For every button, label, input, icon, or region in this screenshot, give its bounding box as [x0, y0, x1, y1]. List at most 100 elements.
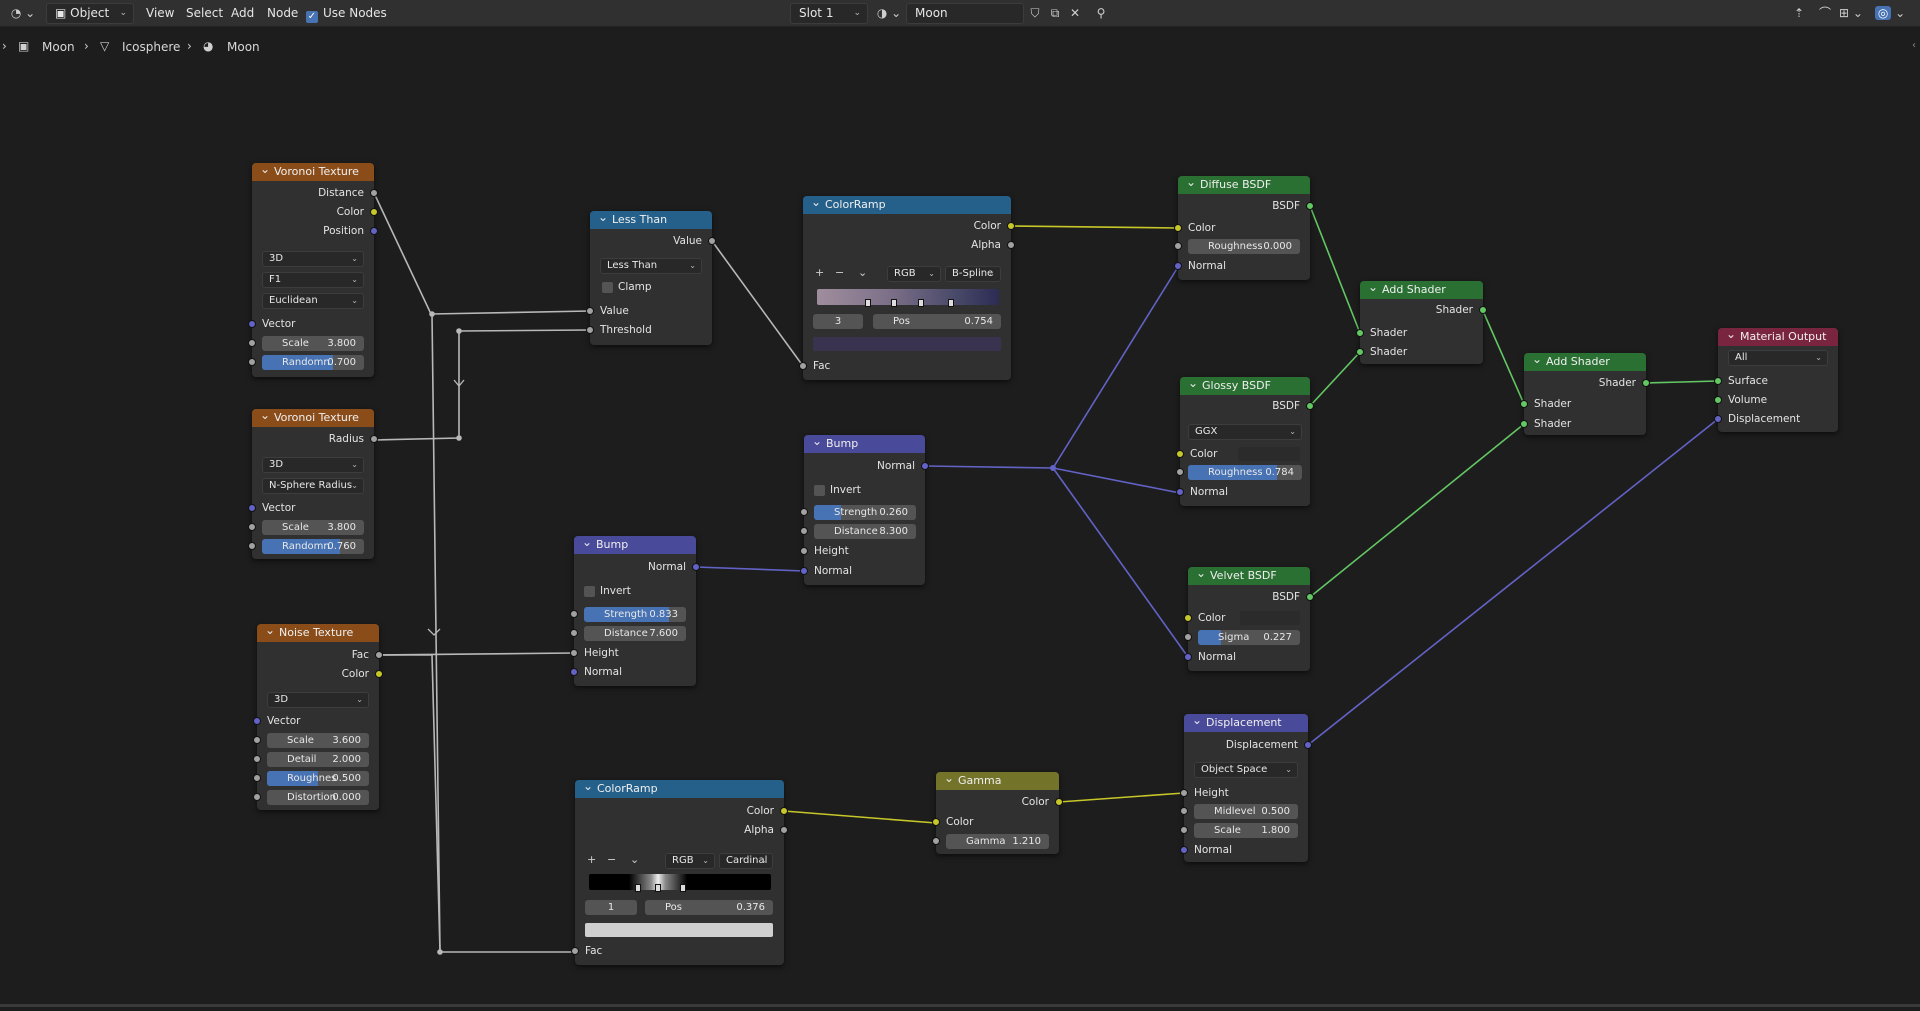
- ramp-stop[interactable]: [655, 884, 661, 892]
- color-ramp-gradient[interactable]: [817, 289, 999, 305]
- distance-field[interactable]: Distance 7.600: [584, 626, 686, 641]
- material-browse-icon[interactable]: ◑ ⌄: [874, 3, 904, 24]
- socket[interactable]: [1306, 402, 1314, 410]
- node-colorramp-2[interactable]: ColorRamp Color Alpha + − ⌄ RGB⌄ Cardina…: [571, 777, 788, 965]
- socket[interactable]: [1174, 262, 1182, 270]
- sigma-field[interactable]: Sigma 0.227: [1198, 630, 1300, 645]
- socket[interactable]: [248, 320, 256, 328]
- node-header[interactable]: Add Shader: [1360, 278, 1483, 299]
- node-bump-1[interactable]: Bump Normal Invert Strength0.833 Distanc…: [570, 533, 700, 686]
- node-less-than[interactable]: Less Than Value Less Than⌄ Clamp Value T…: [586, 208, 716, 345]
- strength-field[interactable]: Strength 0.260: [814, 505, 916, 520]
- socket[interactable]: [248, 523, 256, 531]
- ramp-stop[interactable]: [865, 299, 871, 307]
- stop-index-field[interactable]: 3: [813, 314, 863, 329]
- interpolation-dropdown[interactable]: B-Spline ⌄: [945, 266, 1001, 282]
- parent-node-tree-icon[interactable]: ⇡: [1788, 3, 1810, 24]
- node-add-shader-2[interactable]: Add Shader Shader Shader Shader: [1520, 350, 1650, 435]
- menu-add[interactable]: Add: [227, 3, 258, 24]
- chevron-down-icon[interactable]: ⌄: [630, 853, 639, 866]
- socket[interactable]: [586, 307, 594, 315]
- socket[interactable]: [570, 610, 578, 618]
- scale-field[interactable]: Scale 3.600: [267, 733, 369, 748]
- randomness-field[interactable]: Randomn 0.700: [262, 355, 364, 370]
- socket[interactable]: [570, 649, 578, 657]
- node-colorramp-1[interactable]: ColorRamp Color Alpha + − ⌄ RGB⌄ B-Splin…: [799, 193, 1015, 380]
- socket[interactable]: [1180, 807, 1188, 815]
- socket[interactable]: [570, 668, 578, 676]
- node-material-output[interactable]: Material Output All⌄ Surface Volume Disp…: [1714, 325, 1838, 432]
- socket[interactable]: [1180, 826, 1188, 834]
- target-dropdown[interactable]: All ⌄: [1728, 350, 1828, 366]
- stop-color-swatch[interactable]: [585, 923, 773, 937]
- ramp-stop[interactable]: [680, 884, 686, 892]
- socket[interactable]: [692, 563, 700, 571]
- roughness-field[interactable]: Roughnes 0.500: [267, 771, 369, 786]
- socket[interactable]: [1520, 420, 1528, 428]
- midlevel-field[interactable]: Midlevel 0.500: [1194, 804, 1298, 819]
- ramp-stop[interactable]: [918, 299, 924, 307]
- socket[interactable]: [1714, 415, 1722, 423]
- socket[interactable]: [1184, 614, 1192, 622]
- strength-field[interactable]: Strength 0.833: [584, 607, 686, 622]
- node-header[interactable]: Material Output: [1718, 325, 1838, 346]
- ramp-stop[interactable]: [635, 884, 641, 892]
- socket[interactable]: [1356, 329, 1364, 337]
- interpolation-dropdown[interactable]: Cardinal ⌄: [719, 853, 773, 869]
- node-header[interactable]: Diffuse BSDF: [1178, 173, 1310, 194]
- node-glossy-bsdf[interactable]: Glossy BSDF BSDF GGX⌄ Color Roughness0.7…: [1176, 374, 1314, 506]
- distance-field[interactable]: Distance 8.300: [814, 524, 916, 539]
- node-velvet-bsdf[interactable]: Velvet BSDF BSDF Color Sigma 0.227 Normal: [1184, 564, 1314, 671]
- socket[interactable]: [248, 358, 256, 366]
- socket[interactable]: [1176, 450, 1184, 458]
- socket[interactable]: [1176, 468, 1184, 476]
- remove-stop-icon[interactable]: −: [607, 853, 616, 866]
- detail-field[interactable]: Detail 2.000: [267, 752, 369, 767]
- horizontal-scrollbar[interactable]: [0, 1004, 1920, 1007]
- remove-stop-icon[interactable]: −: [835, 266, 844, 279]
- node-noise-texture[interactable]: Noise Texture Fac Color 3D⌄ Vector Scale…: [253, 621, 383, 810]
- clamp-checkbox[interactable]: [602, 282, 613, 293]
- socket[interactable]: [780, 807, 788, 815]
- socket[interactable]: [1176, 488, 1184, 496]
- distribution-dropdown[interactable]: GGX ⌄: [1188, 424, 1302, 440]
- node-displacement[interactable]: Displacement Displacement Object Space⌄ …: [1180, 711, 1312, 862]
- socket[interactable]: [1306, 593, 1314, 601]
- socket[interactable]: [1520, 400, 1528, 408]
- socket[interactable]: [932, 837, 940, 845]
- color-mode-dropdown[interactable]: RGB ⌄: [887, 266, 941, 282]
- socket[interactable]: [1306, 202, 1314, 210]
- roughness-field[interactable]: Roughness 0.000: [1188, 239, 1300, 254]
- stop-color-swatch[interactable]: [813, 337, 1001, 351]
- space-dropdown[interactable]: Object Space ⌄: [1194, 762, 1298, 778]
- add-stop-icon[interactable]: +: [587, 853, 596, 866]
- operation-dropdown[interactable]: Less Than ⌄: [600, 258, 702, 274]
- socket[interactable]: [1180, 789, 1188, 797]
- socket[interactable]: [375, 670, 383, 678]
- socket[interactable]: [370, 208, 378, 216]
- node-gamma[interactable]: Gamma Color Color Gamma 1.210: [932, 769, 1063, 854]
- stop-index-field[interactable]: 1: [585, 900, 637, 915]
- socket[interactable]: [921, 462, 929, 470]
- scale-field[interactable]: Scale 1.800: [1194, 823, 1298, 838]
- snap-icon[interactable]: ⌒: [1814, 3, 1836, 24]
- feature-dropdown[interactable]: N-Sphere Radius ⌄: [262, 478, 364, 494]
- roughness-field[interactable]: Roughness 0.784: [1188, 465, 1302, 480]
- socket[interactable]: [248, 542, 256, 550]
- socket[interactable]: [571, 947, 579, 955]
- socket[interactable]: [253, 755, 261, 763]
- scale-field[interactable]: Scale 3.800: [262, 336, 364, 351]
- menu-select[interactable]: Select: [182, 3, 227, 24]
- socket[interactable]: [708, 237, 716, 245]
- node-header[interactable]: Bump: [804, 432, 925, 453]
- socket[interactable]: [253, 736, 261, 744]
- mode-dropdown[interactable]: ▣ Object ⌄: [46, 3, 134, 24]
- socket[interactable]: [780, 826, 788, 834]
- socket[interactable]: [1184, 633, 1192, 641]
- socket[interactable]: [1714, 377, 1722, 385]
- node-header[interactable]: ColorRamp: [575, 777, 784, 798]
- socket[interactable]: [1174, 242, 1182, 250]
- socket[interactable]: [1007, 222, 1015, 230]
- invert-checkbox[interactable]: [584, 586, 595, 597]
- node-header[interactable]: ColorRamp: [803, 193, 1011, 214]
